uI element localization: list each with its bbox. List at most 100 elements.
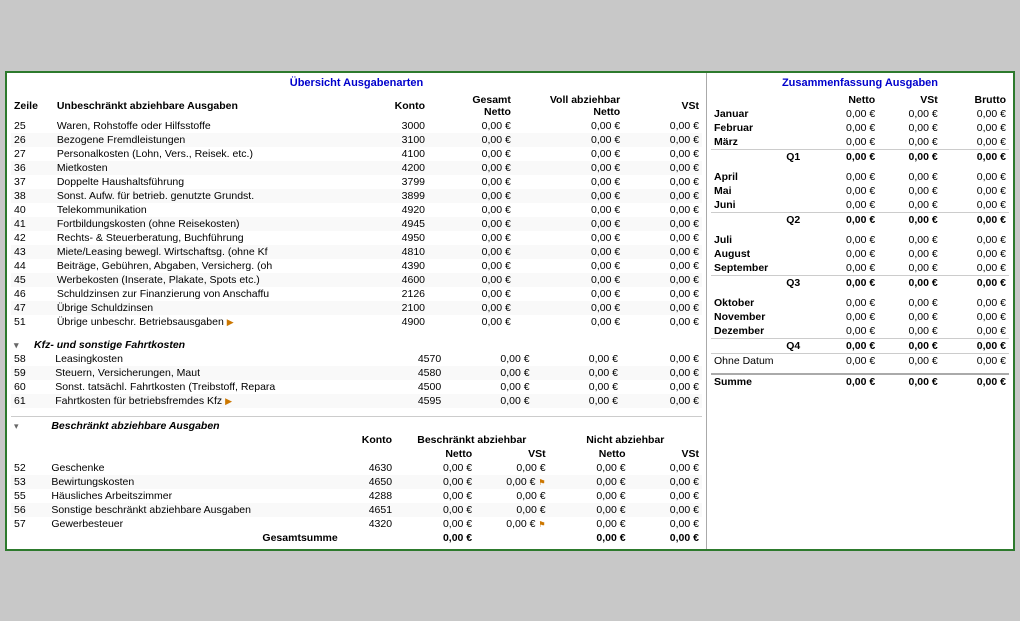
quarter-label: Q2 <box>711 212 804 227</box>
col-header-zeile: Zeile <box>11 93 54 119</box>
ohne-datum-netto: 0,00 € <box>804 353 878 368</box>
quarter-netto: 0,00 € <box>804 338 878 353</box>
quarter-vst: 0,00 € <box>878 338 941 353</box>
main-data-row: 26 Bezogene Fremdleistungen 3100 0,00 € … <box>11 133 702 147</box>
quarter-vst: 0,00 € <box>878 275 941 290</box>
month-name: April <box>711 170 804 184</box>
main-data-row: 42 Rechts- & Steuerberatung, Buchführung… <box>11 231 702 245</box>
main-data-row: 46 Schuldzinsen zur Finanzierung von Ans… <box>11 287 702 301</box>
quarter-vst: 0,00 € <box>878 212 941 227</box>
month-name: Juni <box>711 198 804 213</box>
main-data-row: 37 Doppelte Haushaltsführung 3799 0,00 €… <box>11 175 702 189</box>
month-brutto: 0,00 € <box>941 247 1009 261</box>
month-netto: 0,00 € <box>804 296 878 310</box>
bh-nicht: Nicht abziehbar <box>549 433 702 447</box>
month-row: Juli 0,00 € 0,00 € 0,00 € <box>711 233 1009 247</box>
quarter-brutto: 0,00 € <box>941 275 1009 290</box>
quarter-row: Q1 0,00 € 0,00 € 0,00 € <box>711 149 1009 164</box>
month-vst: 0,00 € <box>878 135 941 150</box>
month-name: August <box>711 247 804 261</box>
bh-konto: Konto <box>342 433 395 447</box>
summe-row: Summe 0,00 € 0,00 € 0,00 € <box>711 374 1009 389</box>
bh-beschraenkt: Beschränkt abziehbar <box>395 433 549 447</box>
month-brutto: 0,00 € <box>941 135 1009 150</box>
bh-desc <box>48 433 341 447</box>
main-data-row: 25 Waren, Rohstoffe oder Hilfsstoffe 300… <box>11 119 702 133</box>
month-netto: 0,00 € <box>804 135 878 150</box>
month-vst: 0,00 € <box>878 184 941 198</box>
month-row: September 0,00 € 0,00 € 0,00 € <box>711 261 1009 276</box>
month-netto: 0,00 € <box>804 184 878 198</box>
month-vst: 0,00 € <box>878 198 941 213</box>
month-netto: 0,00 € <box>804 170 878 184</box>
beschraenkt-data-row: 57 Gewerbesteuer 4320 0,00 € 0,00 € ⚑ 0,… <box>11 517 702 531</box>
summe-netto: 0,00 € <box>804 374 878 389</box>
month-netto: 0,00 € <box>804 198 878 213</box>
quarter-brutto: 0,00 € <box>941 149 1009 164</box>
month-vst: 0,00 € <box>878 261 941 276</box>
rh-vst: VSt <box>878 93 941 107</box>
month-netto: 0,00 € <box>804 261 878 276</box>
quarter-netto: 0,00 € <box>804 212 878 227</box>
month-row: Dezember 0,00 € 0,00 € 0,00 € <box>711 324 1009 339</box>
month-netto: 0,00 € <box>804 310 878 324</box>
month-name: Januar <box>711 107 804 121</box>
month-brutto: 0,00 € <box>941 121 1009 135</box>
beschraenkt-data-row: 53 Bewirtungskosten 4650 0,00 € 0,00 € ⚑… <box>11 475 702 489</box>
month-netto: 0,00 € <box>804 233 878 247</box>
col-header-konto: Konto <box>371 93 428 119</box>
quarter-row: Q2 0,00 € 0,00 € 0,00 € <box>711 212 1009 227</box>
month-vst: 0,00 € <box>878 247 941 261</box>
month-vst: 0,00 € <box>878 121 941 135</box>
quarter-label: Q3 <box>711 275 804 290</box>
kfz-data-row: 61 Fahrtkosten für betriebsfremdes Kfz ▶… <box>11 394 702 408</box>
month-vst: 0,00 € <box>878 170 941 184</box>
quarter-brutto: 0,00 € <box>941 212 1009 227</box>
month-brutto: 0,00 € <box>941 107 1009 121</box>
ohne-datum-row: Ohne Datum 0,00 € 0,00 € 0,00 € <box>711 353 1009 368</box>
month-brutto: 0,00 € <box>941 310 1009 324</box>
quarter-vst: 0,00 € <box>878 149 941 164</box>
month-row: Juni 0,00 € 0,00 € 0,00 € <box>711 198 1009 213</box>
kfz-group-label: Kfz- und sonstige Fahrtkosten <box>31 335 702 352</box>
rh-netto: Netto <box>804 93 878 107</box>
month-brutto: 0,00 € <box>941 184 1009 198</box>
ohne-datum-label: Ohne Datum <box>711 353 804 368</box>
rh-brutto: Brutto <box>941 93 1009 107</box>
col-header-vst: VSt <box>623 93 702 119</box>
gesamtsumme-bvst: 0,00 € <box>629 531 702 545</box>
main-data-row: 47 Übrige Schuldzinsen 2100 0,00 € 0,00 … <box>11 301 702 315</box>
main-data-row: 41 Fortbildungskosten (ohne Reisekosten)… <box>11 217 702 231</box>
beschraenkt-collapse-icon[interactable]: ▾ <box>11 419 48 433</box>
month-row: März 0,00 € 0,00 € 0,00 € <box>711 135 1009 150</box>
month-name: Oktober <box>711 296 804 310</box>
ohne-datum-vst: 0,00 € <box>878 353 941 368</box>
summe-brutto: 0,00 € <box>941 374 1009 389</box>
month-netto: 0,00 € <box>804 107 878 121</box>
kfz-data-row: 59 Steuern, Versicherungen, Maut 4580 0,… <box>11 366 702 380</box>
quarter-netto: 0,00 € <box>804 275 878 290</box>
quarter-brutto: 0,00 € <box>941 338 1009 353</box>
month-netto: 0,00 € <box>804 247 878 261</box>
main-data-row: 27 Personalkosten (Lohn, Vers., Reisek. … <box>11 147 702 161</box>
kfz-data-row: 60 Sonst. tatsächl. Fahrtkosten (Treibst… <box>11 380 702 394</box>
month-vst: 0,00 € <box>878 107 941 121</box>
main-data-row: 44 Beiträge, Gebühren, Abgaben, Versiche… <box>11 259 702 273</box>
main-data-row: 38 Sonst. Aufw. für betrieb. genutzte Gr… <box>11 189 702 203</box>
bh-bvst: VSt <box>475 447 548 461</box>
summe-vst: 0,00 € <box>878 374 941 389</box>
main-data-row: 40 Telekommunikation 4920 0,00 € 0,00 € … <box>11 203 702 217</box>
month-vst: 0,00 € <box>878 324 941 339</box>
summe-label: Summe <box>711 374 804 389</box>
month-row: November 0,00 € 0,00 € 0,00 € <box>711 310 1009 324</box>
bh-nnetto: Netto <box>549 447 629 461</box>
month-netto: 0,00 € <box>804 324 878 339</box>
beschraenkt-data-row: 55 Häusliches Arbeitszimmer 4288 0,00 € … <box>11 489 702 503</box>
main-data-row: 36 Mietkosten 4200 0,00 € 0,00 € 0,00 € <box>11 161 702 175</box>
month-row: Februar 0,00 € 0,00 € 0,00 € <box>711 121 1009 135</box>
kfz-collapse-icon[interactable]: ▾ <box>11 335 31 352</box>
bh-bnetto: Netto <box>395 447 475 461</box>
quarter-label: Q1 <box>711 149 804 164</box>
month-brutto: 0,00 € <box>941 296 1009 310</box>
main-data-row: 43 Miete/Leasing bewegl. Wirtschaftsg. (… <box>11 245 702 259</box>
